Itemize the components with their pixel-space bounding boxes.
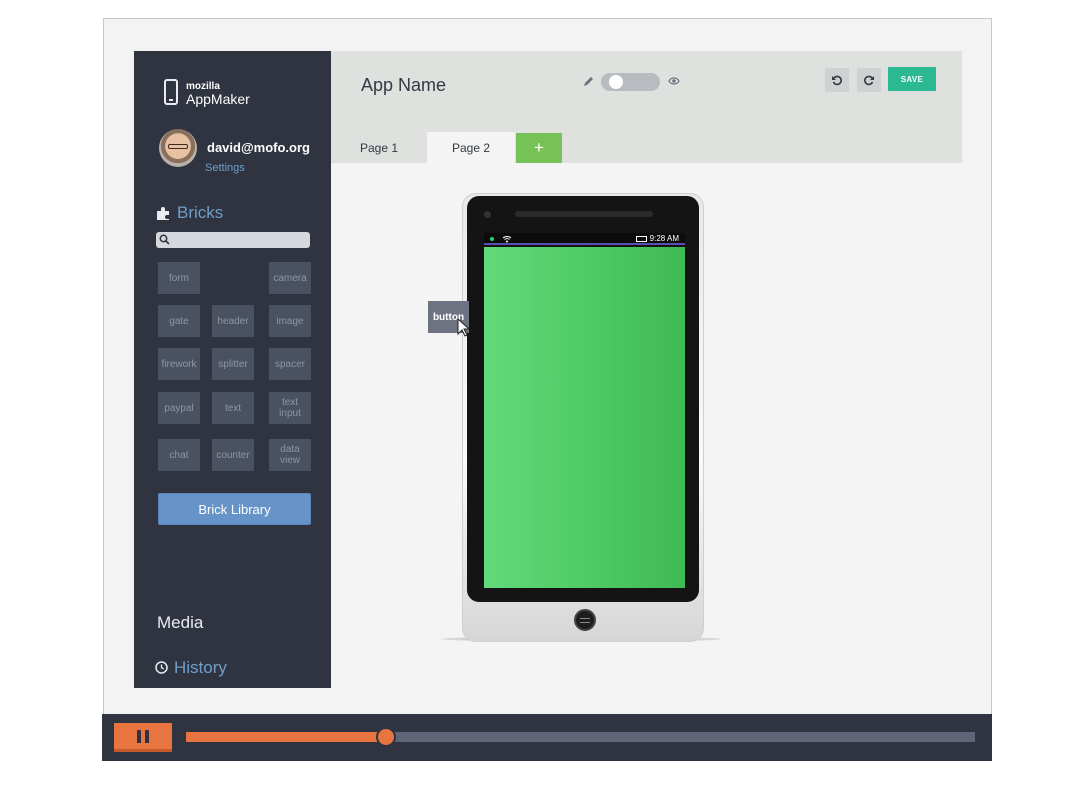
- settings-link[interactable]: Settings: [205, 162, 245, 174]
- progress-knob[interactable]: [376, 727, 397, 747]
- redo-button[interactable]: [857, 68, 881, 92]
- brand-name: AppMaker: [186, 91, 250, 107]
- phone-home-button: [574, 609, 596, 631]
- phone-status-bar: 9:28 AM: [484, 233, 685, 245]
- brick-counter[interactable]: counter: [212, 439, 254, 471]
- search-icon: [159, 234, 170, 245]
- app-name-title[interactable]: App Name: [361, 75, 446, 96]
- design-canvas[interactable]: 9:28 AM button: [331, 163, 962, 688]
- brick-text[interactable]: text: [212, 392, 254, 424]
- progress-track[interactable]: [186, 727, 975, 747]
- user-email: david@mofo.org: [207, 140, 310, 155]
- brick-form[interactable]: form: [158, 262, 200, 294]
- phone-logo-icon: [164, 79, 178, 105]
- phone-speaker: [515, 211, 653, 217]
- video-player-bar: [102, 714, 992, 761]
- pencil-icon[interactable]: [583, 75, 595, 87]
- phone-time: 9:28 AM: [649, 234, 679, 243]
- eye-icon: [668, 77, 680, 85]
- wifi-icon: [502, 236, 512, 243]
- undo-icon: [832, 75, 842, 86]
- brick-chat[interactable]: chat: [158, 439, 200, 471]
- redo-icon: [864, 75, 874, 86]
- add-page-button[interactable]: +: [516, 133, 562, 163]
- puzzle-icon: [157, 207, 169, 220]
- brick-text-input[interactable]: text input: [269, 392, 311, 424]
- brick-gate[interactable]: gate: [158, 305, 200, 337]
- tab-page-1[interactable]: Page 1: [345, 132, 413, 163]
- notification-dot: [490, 237, 494, 241]
- brick-library-button[interactable]: Brick Library: [158, 493, 311, 525]
- phone-bezel: 9:28 AM: [467, 196, 699, 602]
- pause-icon: [137, 729, 141, 743]
- progress-fill: [186, 732, 387, 742]
- media-section[interactable]: Media: [157, 613, 203, 633]
- brick-splitter[interactable]: splitter: [212, 348, 254, 380]
- app-header: App Name SAVE Page 1 Page 2 +: [331, 51, 962, 163]
- brick-data-view[interactable]: data view: [269, 439, 311, 471]
- phone-preview: 9:28 AM: [462, 193, 704, 642]
- cursor-icon: [457, 318, 471, 337]
- brick-camera[interactable]: camera: [269, 262, 311, 294]
- brick-firework[interactable]: firework: [158, 348, 200, 380]
- clock-icon: [155, 661, 168, 674]
- history-label: History: [174, 658, 227, 677]
- phone-camera: [484, 211, 491, 218]
- toggle-knob: [609, 75, 623, 89]
- brick-header[interactable]: header: [212, 305, 254, 337]
- brick-image[interactable]: image: [269, 305, 311, 337]
- appmaker-app: mozilla AppMaker david@mofo.org Settings…: [134, 51, 962, 688]
- brick-paypal[interactable]: paypal: [158, 392, 200, 424]
- brand-logo: mozilla AppMaker: [164, 79, 284, 109]
- undo-button[interactable]: [825, 68, 849, 92]
- brick-spacer[interactable]: spacer: [269, 348, 311, 380]
- battery-icon: [636, 236, 647, 242]
- tab-page-2[interactable]: Page 2: [427, 132, 515, 163]
- preview-toggle[interactable]: [601, 73, 660, 91]
- phone-screen-drop-area[interactable]: [484, 247, 685, 588]
- sidebar: mozilla AppMaker david@mofo.org Settings…: [134, 51, 331, 688]
- brick-search-input[interactable]: [156, 232, 310, 248]
- pause-button[interactable]: [114, 723, 172, 752]
- bricks-title: Bricks: [177, 203, 224, 222]
- save-button[interactable]: SAVE: [888, 67, 936, 91]
- avatar[interactable]: [159, 129, 197, 167]
